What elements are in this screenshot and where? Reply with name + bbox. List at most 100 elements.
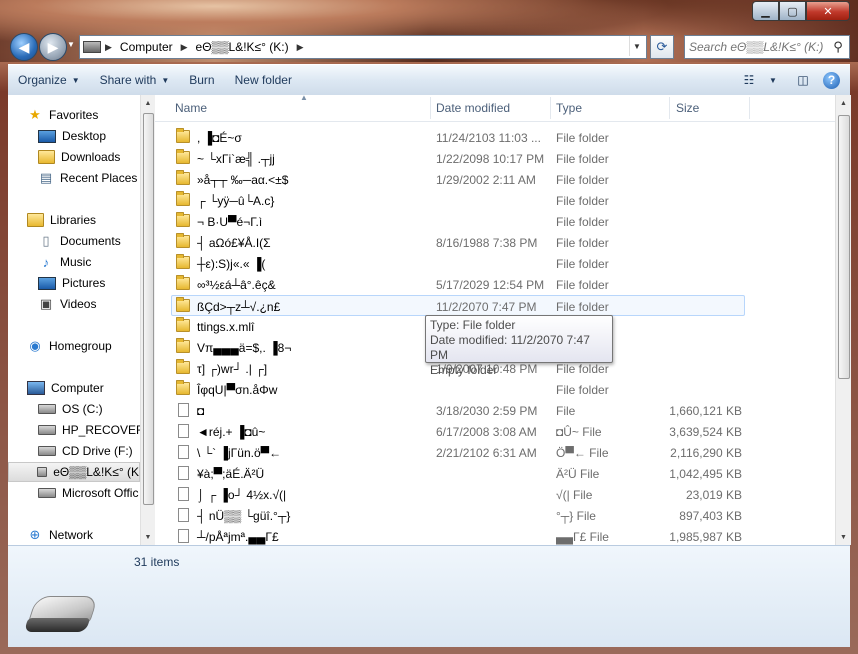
- share-with-button[interactable]: Share with ▼: [90, 73, 180, 87]
- file-row[interactable]: ¥à;▀;äÉ.Ä²Ü Ä²Ü File 1,042,495 KB: [155, 463, 745, 484]
- folder-icon: [176, 170, 190, 185]
- column-divider[interactable]: [669, 97, 670, 119]
- column-divider[interactable]: [550, 97, 551, 119]
- nav-favorites[interactable]: ★ Favorites: [27, 105, 98, 125]
- column-name[interactable]: Name: [175, 101, 207, 115]
- folder-icon: [176, 128, 190, 143]
- column-size[interactable]: Size: [676, 101, 699, 115]
- file-row[interactable]: ßÇd>┬z┴√.¿n£ 11/2/2070 7:47 PM File folder: [171, 295, 745, 316]
- nav-microsoft-office[interactable]: Microsoft Offic: [38, 483, 138, 503]
- file-row[interactable]: ┤ aΩó£¥Å.I(Σ 8/16/1988 7:38 PM File folder: [155, 232, 745, 253]
- nav-scroll-thumb[interactable]: [143, 113, 154, 505]
- details-pane: 31 items: [8, 545, 850, 647]
- file-row[interactable]: ┼ε):S)j«.« ▐(File folder: [155, 253, 745, 274]
- folder-icon: [176, 338, 190, 353]
- burn-button[interactable]: Burn: [179, 73, 224, 87]
- view-dropdown-icon[interactable]: ▼: [763, 70, 783, 90]
- file-row[interactable]: ┌ └yÿ─û└A.c} File folder: [155, 190, 745, 211]
- file-row[interactable]: ~ └xΓi`æ╣ .┬jj 1/22/2098 10:17 PM File fol…: [155, 148, 745, 169]
- nav-os-drive[interactable]: OS (C:): [38, 399, 103, 419]
- file-row[interactable]: ┴/pÅªjmª.▄▄Γ£ ▄▄Γ£ File 1,985,987 KB: [155, 526, 745, 545]
- nav-downloads[interactable]: Downloads: [38, 147, 120, 167]
- file-scroll-thumb[interactable]: [838, 115, 850, 379]
- file-name: ÎφqU|▀σn.åΦw: [197, 383, 278, 397]
- scroll-down-icon[interactable]: ▼: [141, 530, 155, 544]
- view-options-icon[interactable]: ☷: [739, 70, 759, 90]
- nav-homegroup[interactable]: ◉ Homegroup: [27, 336, 111, 356]
- file-row[interactable]: ⌡ ┌ ▐o┘ 4½x.√(| √(| File 23,019 KB: [155, 484, 745, 505]
- file-icon: [178, 424, 189, 438]
- file-row[interactable]: »å┬┬ ‰─aα.<±$ 1/29/2002 2:11 AM File folde…: [155, 169, 745, 190]
- chevron-right-icon[interactable]: ▶: [293, 42, 308, 53]
- nav-recent-places[interactable]: ▤ Recent Places: [38, 168, 138, 188]
- nav-libraries[interactable]: Libraries: [27, 210, 96, 230]
- folder-icon: [176, 297, 190, 312]
- file-row[interactable]: ◘ 3/18/2030 2:59 PM File 1,660,121 KB: [155, 400, 745, 421]
- nav-cd-drive[interactable]: CD Drive (F:): [38, 441, 133, 461]
- file-row[interactable]: ¬ B·U▀é¬Γ.ì File folder: [155, 211, 745, 232]
- search-box[interactable]: ⚲: [684, 35, 850, 59]
- preview-pane-icon[interactable]: ◫: [793, 70, 813, 90]
- file-list-scrollbar[interactable]: ▲ ▼: [835, 95, 851, 545]
- folder-icon: [176, 380, 190, 395]
- file-name: τ] ┌)wr┘ .| ┌]: [197, 362, 268, 376]
- back-button[interactable]: ◀: [10, 33, 38, 61]
- search-input[interactable]: [685, 39, 829, 55]
- column-date[interactable]: Date modified: [436, 101, 510, 115]
- file-type: File folder: [556, 300, 609, 314]
- view-controls: ☷ ▼ ◫ ?: [729, 70, 840, 90]
- close-button[interactable]: ✕: [806, 1, 850, 21]
- address-dropdown[interactable]: ▼: [629, 36, 644, 56]
- nav-scrollbar[interactable]: ▲ ▼: [140, 95, 155, 545]
- file-type: File folder: [556, 173, 609, 187]
- file-row[interactable]: ∞³½εá┴â°.êç& 5/17/2029 12:54 PM File folde…: [155, 274, 745, 295]
- column-type[interactable]: Type: [556, 101, 582, 115]
- maximize-button[interactable]: ▢: [779, 1, 806, 21]
- nav-hp-recovery[interactable]: HP_RECOVERY: [38, 420, 140, 440]
- nav-network[interactable]: ⊕ Network: [27, 525, 93, 545]
- nav-documents[interactable]: ▯ Documents: [38, 231, 120, 251]
- file-row[interactable]: \ └` ▐jΓün.ö▀← 2/21/2102 6:31 AM Ö▀← File 2…: [155, 442, 745, 463]
- file-row[interactable]: , ▐◘É~σ 11/24/2103 11:03 ... File folder: [155, 127, 745, 148]
- chevron-down-icon: ▼: [161, 75, 170, 85]
- minimize-button[interactable]: ▁: [752, 1, 779, 21]
- column-divider[interactable]: [749, 97, 750, 119]
- file-row[interactable]: ◄réj.+ ▐◘û~ 6/17/2008 3:08 AM ◘Û~ File 3,63…: [155, 421, 745, 442]
- scroll-up-icon[interactable]: ▲: [141, 96, 155, 110]
- address-bar[interactable]: ▶ Computer ▶ eΘ▒▒L&!K≤° (K:) ▶ ▼: [79, 35, 647, 59]
- command-bar: Organize ▼ Share with ▼ Burn New folder ☷ …: [8, 64, 850, 96]
- file-date: 1/22/2098 10:17 PM: [436, 152, 545, 166]
- refresh-button[interactable]: ⟳: [650, 35, 674, 59]
- nav-videos[interactable]: ▣ Videos: [38, 294, 97, 314]
- file-row[interactable]: ┤ nÜ▒▒ └güî.°┬} °┬} File 897,403 KB: [155, 505, 745, 526]
- folder-icon: [176, 212, 190, 227]
- help-icon[interactable]: ?: [823, 71, 840, 89]
- nav-k-drive[interactable]: eΘ▒▒L&!K≤° (K: [8, 462, 140, 482]
- nav-pictures[interactable]: Pictures: [38, 273, 105, 293]
- folder-icon: [176, 233, 190, 248]
- breadcrumb-computer[interactable]: Computer: [116, 40, 177, 54]
- breadcrumb-drive[interactable]: eΘ▒▒L&!K≤° (K:): [192, 40, 293, 54]
- nav-music[interactable]: ♪ Music: [38, 252, 92, 272]
- file-type: Ö▀← File: [556, 446, 609, 460]
- file-type: File folder: [556, 152, 609, 166]
- file-name: ◘: [197, 404, 205, 418]
- nav-desktop[interactable]: Desktop: [38, 126, 106, 146]
- new-folder-button[interactable]: New folder: [225, 73, 302, 87]
- file-row[interactable]: ÎφqU|▀σn.åΦw File folder: [155, 379, 745, 400]
- organize-button[interactable]: Organize ▼: [8, 73, 90, 87]
- arrow-right-icon: ▶: [47, 38, 59, 55]
- nav-computer[interactable]: Computer: [27, 378, 104, 398]
- recent-pages-dropdown[interactable]: ▼: [67, 40, 77, 52]
- file-name: ┴/pÅªjmª.▄▄Γ£: [197, 530, 279, 544]
- chevron-right-icon[interactable]: ▶: [101, 42, 116, 53]
- file-date: 1/29/2002 2:11 AM: [436, 173, 536, 187]
- scroll-up-icon[interactable]: ▲: [836, 96, 851, 110]
- scroll-down-icon[interactable]: ▼: [836, 530, 851, 544]
- forward-button[interactable]: ▶: [39, 33, 67, 61]
- drive-icon: [38, 425, 56, 435]
- column-divider[interactable]: [430, 97, 431, 119]
- nav-label: OS (C:): [62, 402, 103, 416]
- chevron-right-icon[interactable]: ▶: [177, 42, 192, 53]
- search-icon[interactable]: ⚲: [829, 39, 847, 55]
